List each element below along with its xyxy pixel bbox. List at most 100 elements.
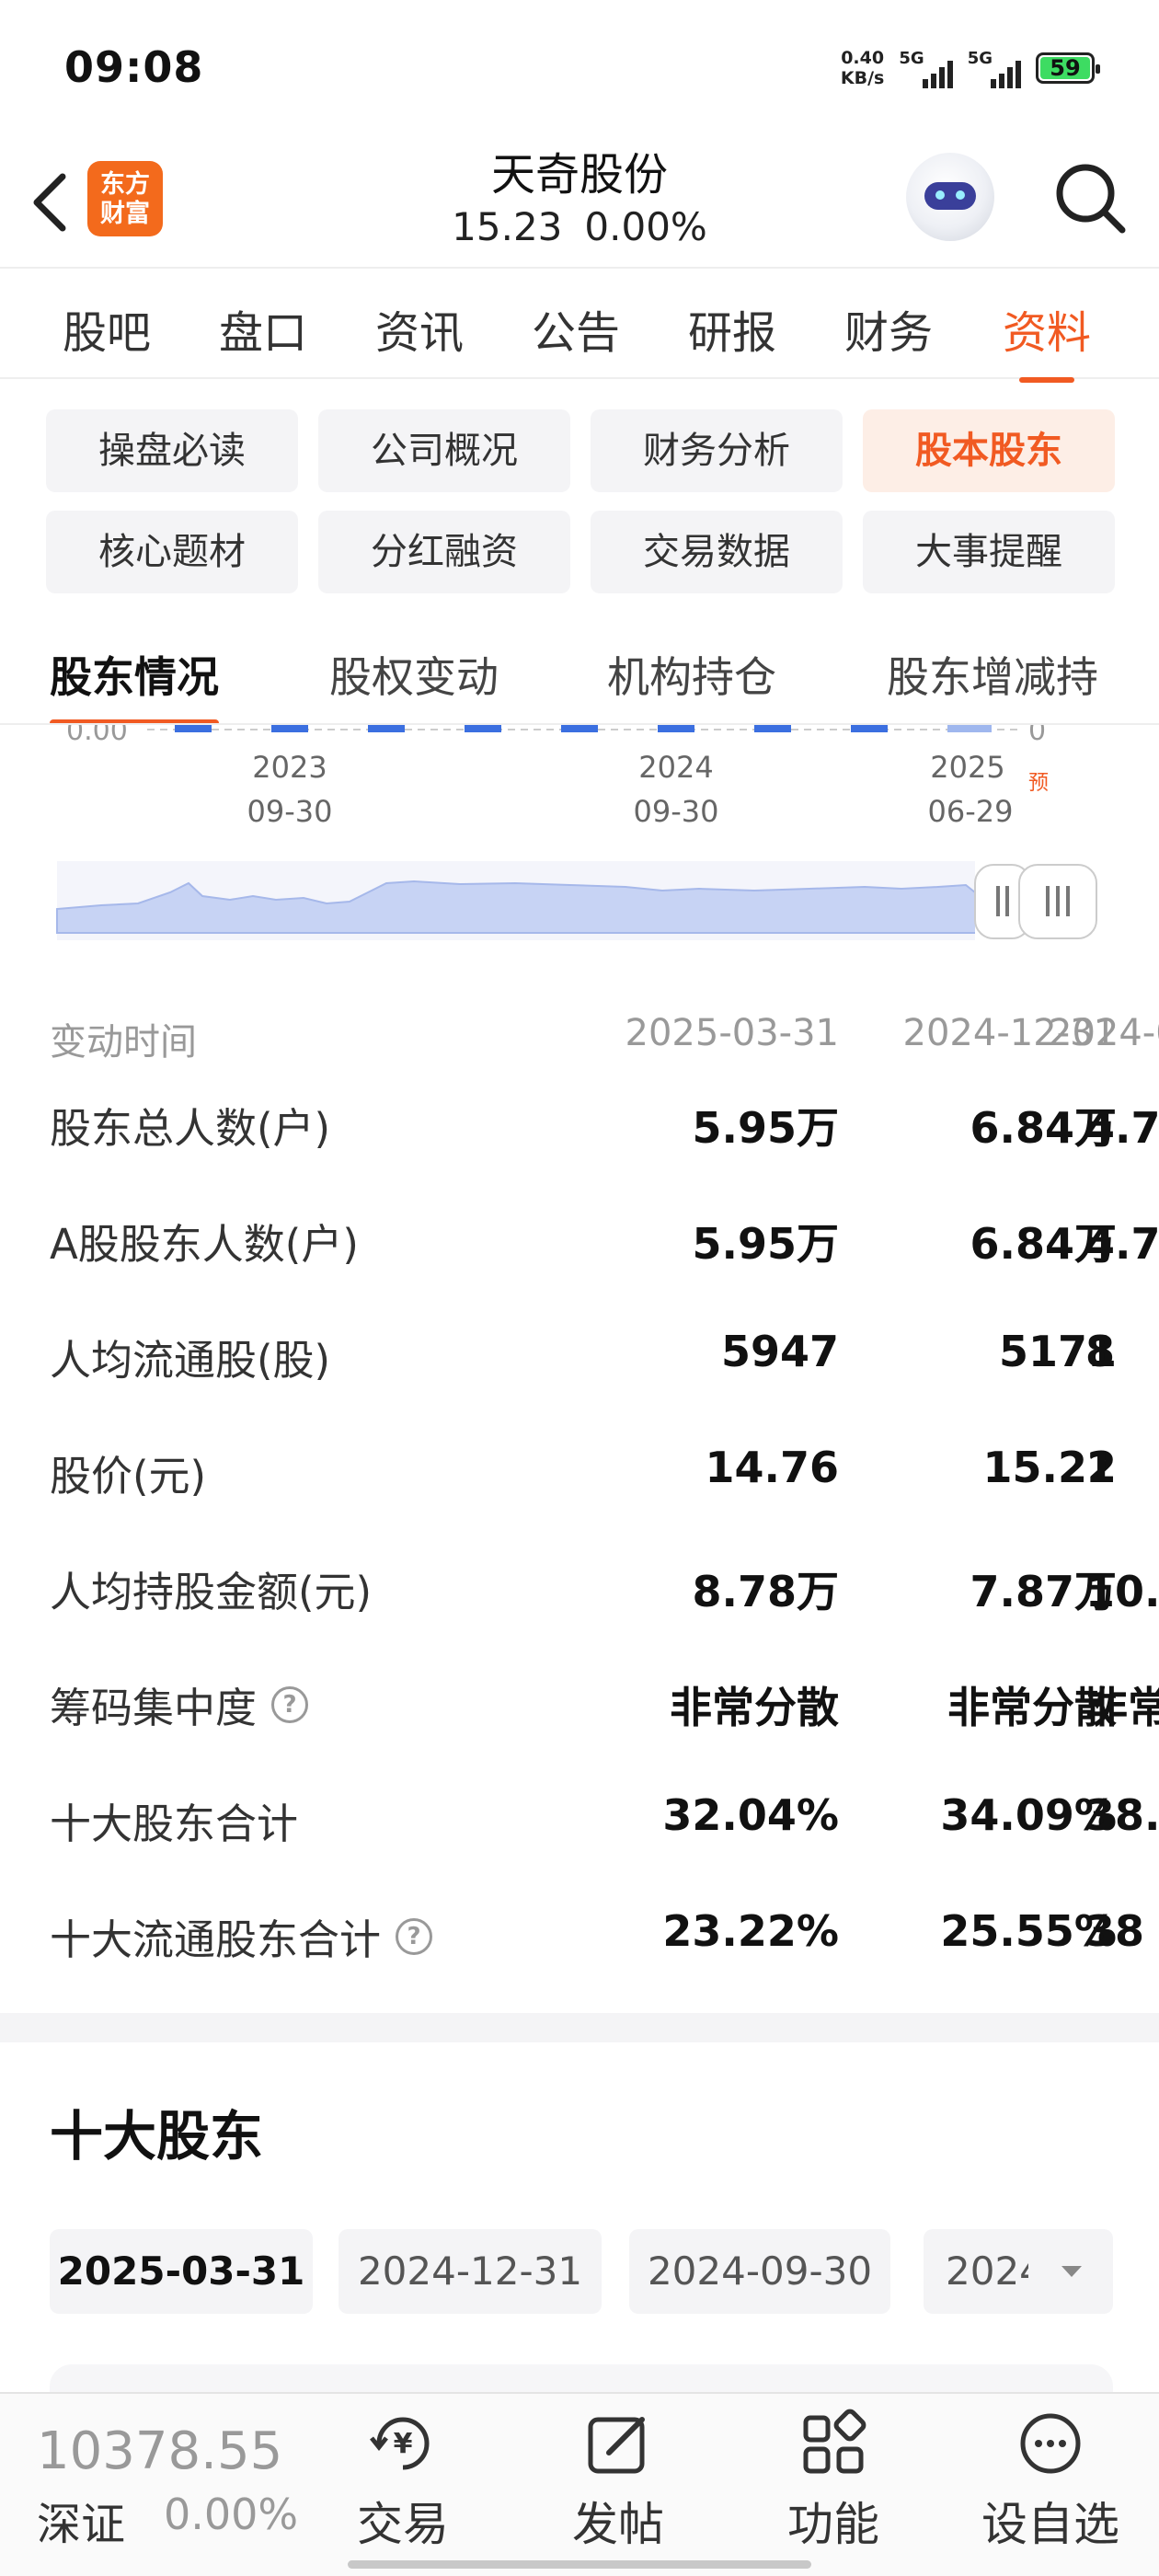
y-left-min: 0.00 <box>66 725 128 747</box>
nav-trade[interactable]: ¥ 交易 <box>311 2407 495 2554</box>
nav-add-watchlist[interactable]: 设自选 <box>958 2407 1142 2554</box>
row-label: 股东总人数(户) <box>50 1095 330 1155</box>
tab-news[interactable]: 资讯 <box>375 296 464 361</box>
tab-equity-changes[interactable]: 股权变动 <box>329 644 499 705</box>
table-cell: 38 <box>1085 1906 1145 1956</box>
section-trading-data[interactable]: 交易数据 <box>591 511 843 593</box>
tab-finance[interactable]: 财务 <box>844 296 933 361</box>
index-value[interactable]: 10378.55 <box>37 2421 282 2481</box>
section-shareholders[interactable]: 股本股东 <box>863 409 1115 492</box>
section-events[interactable]: 大事提醒 <box>863 511 1115 593</box>
date-tab-1[interactable]: 2025-03-31 <box>50 2229 313 2314</box>
nav-post[interactable]: 发帖 <box>526 2407 710 2554</box>
tab-guba[interactable]: 股吧 <box>63 296 151 361</box>
table-cell: 5.95万 <box>692 1103 840 1153</box>
trade-icon: ¥ <box>370 2417 430 2470</box>
row-label: 十大股东合计 <box>50 1790 298 1850</box>
index-name[interactable]: 深证 <box>37 2488 125 2552</box>
x-label-year-2: 2024 <box>638 750 713 785</box>
table-row-chip-concentration: 筹码集中度?非常分散非常分散非常分散 <box>0 1674 1159 1732</box>
table-cell: 5947 <box>720 1327 839 1376</box>
tab-holder-changes[interactable]: 股东增减持 <box>887 644 1098 705</box>
help-icon[interactable]: ? <box>271 1685 309 1723</box>
tab-shareholder-status[interactable]: 股东情况 <box>50 644 219 723</box>
row-label-text: 筹码集中度 <box>50 1684 258 1732</box>
table-cell: 4.7万 <box>1085 1103 1159 1153</box>
x-label-year-1: 2023 <box>252 750 327 785</box>
more-icon <box>1020 2413 1081 2474</box>
table-row-total-holders: 股东总人数(户)5.95万6.84万4.7万 <box>0 1095 1159 1153</box>
chart-bar <box>175 725 212 732</box>
table-row-top10-float-total: 十大流通股东合计? 23.22% 25.55% 38 <box>0 1906 1159 1964</box>
x-label-date-1: 09-30 <box>247 794 333 829</box>
table-row-avg-holding-value: 人均持股金额(元)8.78万7.87万10.5万 <box>0 1558 1159 1616</box>
stock-change: 0.00% <box>584 204 707 249</box>
header-label: 变动时间 <box>50 1021 197 1064</box>
table-header: 变动时间 2025-03-31 2024-12-31 2024-09-30 <box>0 1012 1159 1067</box>
row-label-text: 人均流通股(股) <box>50 1336 331 1385</box>
search-icon[interactable] <box>1049 156 1131 239</box>
section-company-overview[interactable]: 公司概况 <box>318 409 570 492</box>
section-core-themes[interactable]: 核心题材 <box>46 511 298 593</box>
x-label-date-3: 06-29 <box>928 794 1014 829</box>
navigator-area <box>56 880 979 934</box>
table-cell: 8.78万 <box>692 1567 840 1616</box>
grid-icon <box>803 2409 866 2474</box>
table-cell: 14.76 <box>705 1443 839 1492</box>
section-trading-guide[interactable]: 操盘必读 <box>46 409 298 492</box>
shareholder-chart: 0.00 0 2023 09-30 2024 09-30 2025 06-29 … <box>0 725 1159 955</box>
home-indicator[interactable] <box>348 2560 811 2569</box>
row-label-text: 股价(元) <box>50 1452 207 1501</box>
stock-price: 15.23 <box>452 204 563 249</box>
index-change[interactable]: 0.00% <box>164 2490 298 2539</box>
battery-level: 59 <box>1050 55 1081 81</box>
battery-icon: 59 <box>1036 52 1100 84</box>
nav-functions[interactable]: 功能 <box>741 2407 925 2554</box>
table-cell: 4.7万 <box>1085 1219 1159 1269</box>
main-tabs: 股吧 盘口 资讯 公告 研报 财务 资料 <box>0 267 1159 383</box>
row-label-text: A股股东人数(户) <box>50 1220 359 1269</box>
chart-bars <box>175 725 992 732</box>
chart-bar <box>561 725 598 732</box>
chart-bar <box>465 725 501 732</box>
y-right-min: 0 <box>1028 725 1046 747</box>
shareholder-table: 变动时间 2025-03-31 2024-12-31 2024-09-30 股东… <box>0 1003 1159 1996</box>
date-dropdown-icon[interactable] <box>1028 2229 1113 2314</box>
signal-sim2-icon: 5G <box>968 49 1021 88</box>
date-tab-2[interactable]: 2024-12-31 <box>339 2229 602 2314</box>
row-label: 股价(元) <box>50 1443 206 1502</box>
status-bar: 09:08 0.40 KB/s 5G 5G 59 <box>0 0 1159 138</box>
chart-bar <box>754 725 791 732</box>
net-speed-value: 0.40 <box>841 48 885 68</box>
tab-profile[interactable]: 资料 <box>1003 296 1091 383</box>
row-label-text: 十大股东合计 <box>50 1800 299 1848</box>
status-time: 09:08 <box>64 42 204 92</box>
help-icon[interactable]: ? <box>396 1917 433 1955</box>
date-tab-3[interactable]: 2024-09-30 <box>629 2229 890 2314</box>
nav-trade-label: 交易 <box>357 2498 449 2551</box>
tab-pankou[interactable]: 盘口 <box>219 296 307 361</box>
section-dividends[interactable]: 分红融资 <box>318 511 570 593</box>
table-row-avg-float: 人均流通股(股) 5947 5171 8 <box>0 1327 1159 1385</box>
x-label-year-3: 2025 <box>930 750 1004 785</box>
assistant-robot-icon[interactable] <box>906 153 994 241</box>
tab-research[interactable]: 研报 <box>688 296 776 361</box>
table-cell: 5.95万 <box>692 1219 840 1269</box>
row-label: 人均流通股(股) <box>50 1327 330 1386</box>
table-cell: 非常分散 <box>1085 1683 1159 1732</box>
tab-announcements[interactable]: 公告 <box>532 296 620 361</box>
chart-bar <box>271 725 308 732</box>
nav-functions-label: 功能 <box>787 2498 879 2551</box>
sim2-label: 5G <box>967 48 993 68</box>
table-cell: 8 <box>1085 1327 1116 1376</box>
header-date-3: 2024-09-30 <box>1049 1012 1159 1054</box>
table-cell: 非常分散 <box>670 1683 839 1732</box>
top-ten-date-tabs: 2025-03-31 2024-12-31 2024-09-30 2024-06… <box>50 2229 1113 2314</box>
section-divider <box>0 2013 1159 2042</box>
row-label: 人均持股金额(元) <box>50 1558 372 1618</box>
section-financial-analysis[interactable]: 财务分析 <box>591 409 843 492</box>
signal-sim1-icon: 5G <box>899 49 953 88</box>
tab-institution-holdings[interactable]: 机构持仓 <box>607 644 776 705</box>
forecast-label: 预 <box>1028 772 1049 795</box>
chart-bar <box>851 725 888 732</box>
